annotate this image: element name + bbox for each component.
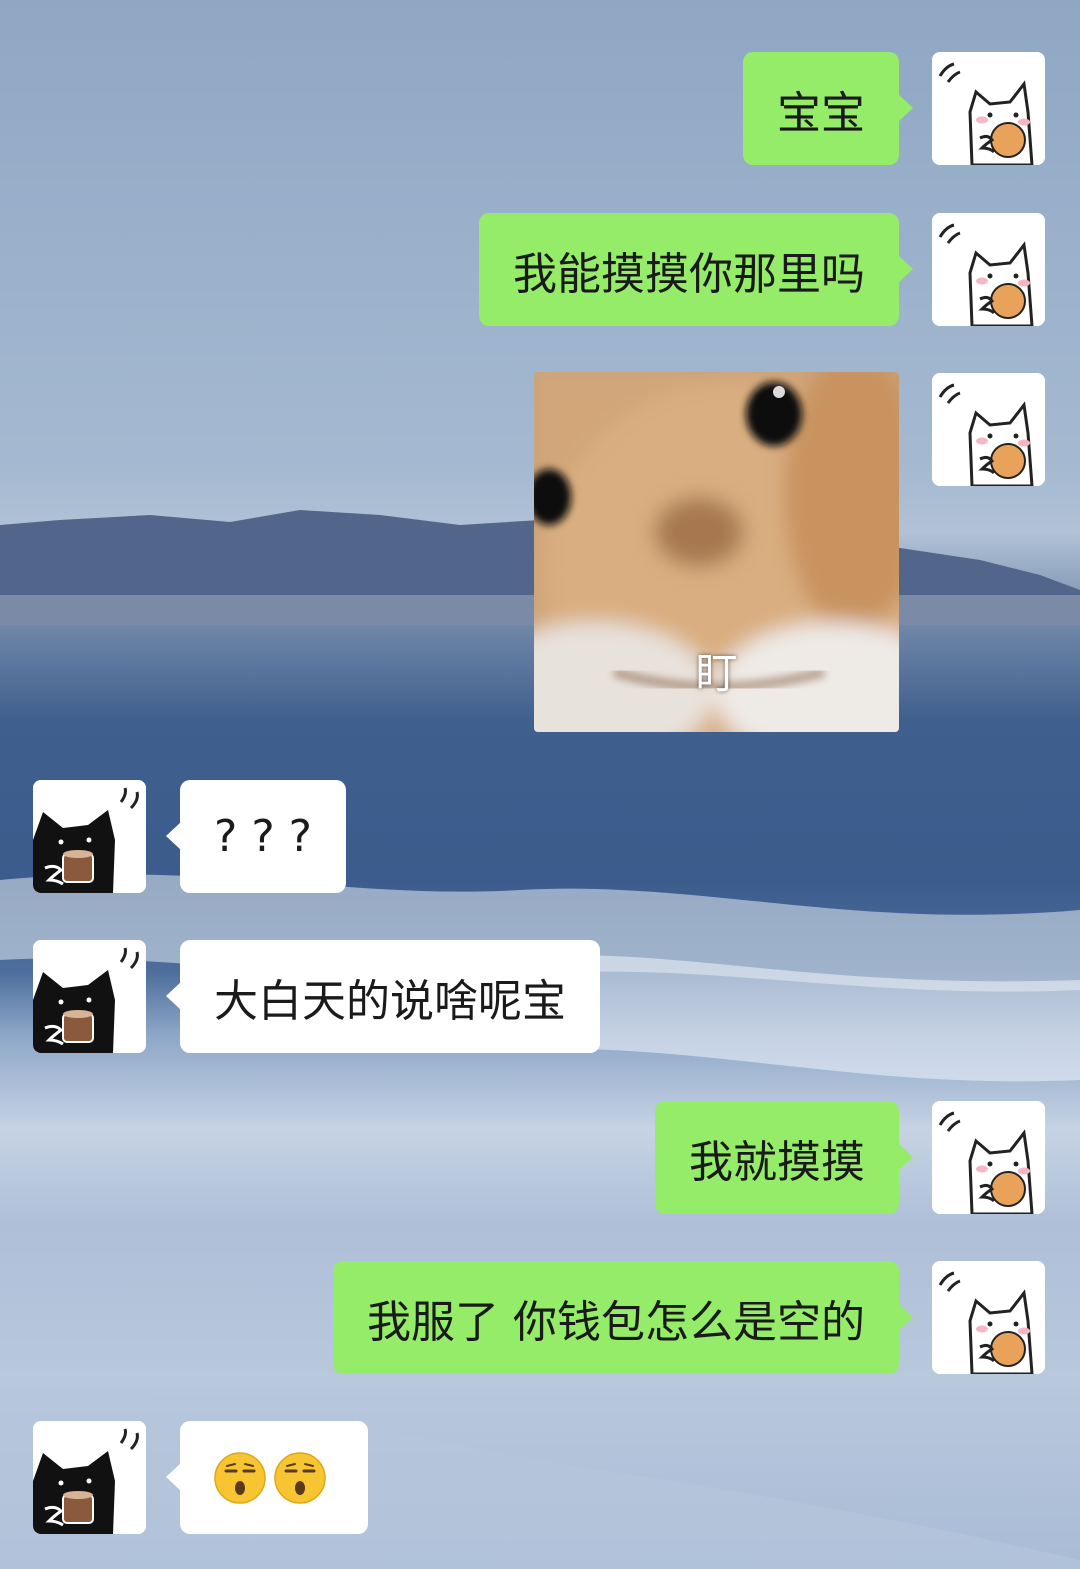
black-cat-avatar-icon xyxy=(33,940,146,1053)
white-cat-avatar-icon xyxy=(932,373,1045,486)
avatar-other[interactable] xyxy=(33,1421,146,1534)
white-cat-avatar-icon xyxy=(932,1261,1045,1374)
white-cat-avatar-icon xyxy=(932,213,1045,326)
sticker-caption: 盯 xyxy=(695,649,738,698)
message-bubble-mine[interactable]: 我服了 你钱包怎么是空的 xyxy=(333,1261,913,1374)
message-text: 我服了 你钱包怎么是空的 xyxy=(367,1296,865,1348)
message-bubble-other[interactable]: ? ? ? xyxy=(165,780,347,893)
white-cat-avatar-icon xyxy=(932,52,1045,165)
sighing-face-icon xyxy=(214,1451,266,1504)
sighing-face-icon xyxy=(274,1451,326,1504)
message-text: 大白天的说啥呢宝 xyxy=(214,975,566,1027)
sticker-message[interactable]: 盯 xyxy=(534,372,899,732)
message-text: 我能摸摸你那里吗 xyxy=(513,248,865,300)
avatar-me[interactable] xyxy=(932,1261,1045,1374)
white-cat-avatar-icon xyxy=(932,1101,1045,1214)
black-cat-avatar-icon xyxy=(33,1421,146,1534)
avatar-other[interactable] xyxy=(33,780,146,893)
message-text: ? ? ? xyxy=(214,811,313,862)
message-bubble-other[interactable]: 大白天的说啥呢宝 xyxy=(166,940,600,1053)
avatar-me[interactable] xyxy=(932,52,1045,165)
message-bubble-mine[interactable]: 我就摸摸 xyxy=(655,1101,913,1214)
avatar-me[interactable] xyxy=(932,1101,1045,1214)
avatar-me[interactable] xyxy=(932,213,1045,326)
avatar-me[interactable] xyxy=(932,373,1045,486)
message-text: 宝宝 xyxy=(777,87,865,139)
message-bubble-mine[interactable]: 宝宝 xyxy=(743,52,913,165)
black-cat-avatar-icon xyxy=(33,780,146,893)
message-bubble-mine[interactable]: 我能摸摸你那里吗 xyxy=(479,213,913,326)
avatar-other[interactable] xyxy=(33,940,146,1053)
message-bubble-other[interactable] xyxy=(166,1421,368,1534)
message-text: 我就摸摸 xyxy=(689,1136,865,1188)
